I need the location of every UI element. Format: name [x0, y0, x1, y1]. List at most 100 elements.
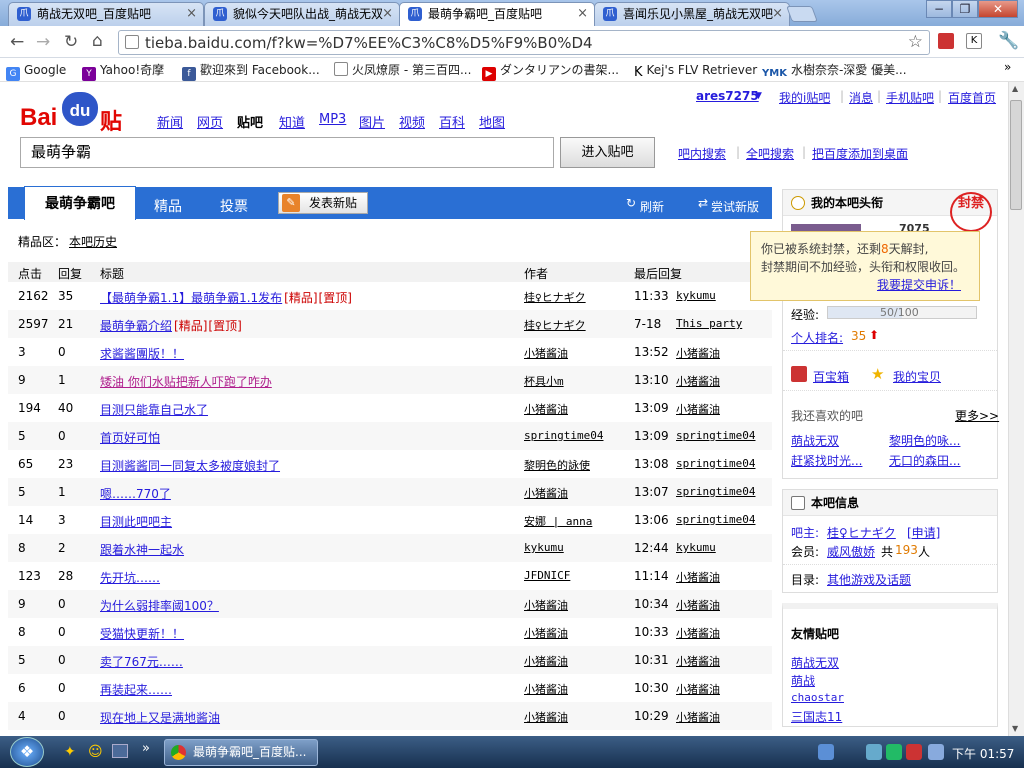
swap-icon[interactable]: ⇄: [698, 196, 708, 210]
last-reply-user[interactable]: 小猪酱油: [676, 401, 720, 417]
scroll-up-icon[interactable]: ▲: [1012, 84, 1018, 93]
extension-icon[interactable]: [938, 33, 954, 49]
smiley-icon[interactable]: ☺: [88, 744, 103, 760]
thread-title-link[interactable]: 受猫快更新！！: [100, 625, 184, 642]
bookmark-youtube[interactable]: ▶ ダンタリアンの書架...: [482, 61, 619, 81]
nav-video[interactable]: 视频: [399, 112, 425, 131]
author-name[interactable]: 黎明色的詠使: [524, 457, 590, 473]
my-itieba-link[interactable]: 我的i贴吧: [779, 89, 830, 106]
friend-bar-link[interactable]: chaostar: [791, 691, 844, 704]
reload-icon[interactable]: ↻: [64, 32, 78, 52]
mobile-tieba-link[interactable]: 手机贴吧: [886, 89, 934, 106]
directory-link[interactable]: 其他游戏及话题: [827, 571, 911, 588]
thread-title-link[interactable]: 目测只能靠自己水了: [100, 401, 208, 418]
bookmark-yahoo[interactable]: Y Yahoo!奇摩: [82, 61, 164, 81]
last-reply-user[interactable]: kykumu: [676, 289, 716, 302]
thread-title-link[interactable]: 矮油 你们水贴把新人吓跑了咋办: [100, 373, 272, 390]
nav-web[interactable]: 网页: [197, 112, 223, 131]
author-name[interactable]: 安娜 | anna: [524, 513, 592, 529]
browser-tab-4[interactable]: 爪 喜闻乐见小黑屋_萌战无双吧 ×: [594, 2, 790, 26]
last-reply-user[interactable]: 小猪酱油: [676, 569, 720, 585]
baidu-home-link[interactable]: 百度首页: [948, 89, 996, 106]
liked-bar-link[interactable]: 萌战无双: [791, 432, 839, 449]
owner-link[interactable]: 桂♀ヒナギク: [827, 524, 896, 541]
friend-bar-link[interactable]: 萌战: [791, 672, 815, 689]
chevron-down-icon[interactable]: ▼: [755, 91, 762, 101]
search-input[interactable]: 最萌争霸: [20, 137, 554, 168]
quicklaunch-overflow-icon[interactable]: »: [142, 741, 150, 756]
nav-zhidao[interactable]: 知道: [279, 112, 305, 131]
tray-app-icon[interactable]: [886, 744, 902, 760]
quicklaunch-icon[interactable]: ✦: [64, 744, 76, 760]
author-name[interactable]: springtime04: [524, 429, 603, 442]
search-all-bars-link[interactable]: 全吧搜索: [746, 145, 794, 162]
search-in-bar-link[interactable]: 吧内搜索: [678, 145, 726, 162]
try-new-version-link[interactable]: 尝试新版: [711, 198, 759, 215]
rank-link[interactable]: 个人排名:: [791, 329, 843, 346]
username-link[interactable]: ares7275: [696, 89, 759, 103]
messages-link[interactable]: 消息: [849, 89, 873, 106]
tab-close-icon[interactable]: ×: [186, 3, 197, 25]
show-desktop-icon[interactable]: [112, 744, 128, 758]
last-reply-user[interactable]: 小猪酱油: [676, 597, 720, 613]
appeal-link[interactable]: 我要提交申诉！: [877, 276, 961, 294]
forward-icon[interactable]: →: [36, 32, 50, 52]
maximize-button[interactable]: ❐: [952, 0, 978, 18]
bookmark-facebook[interactable]: f 歡迎來到 Facebook...: [182, 61, 320, 81]
bookmark-kej[interactable]: K Kej's FLV Retriever: [634, 61, 757, 80]
refresh-icon[interactable]: ↻: [626, 196, 636, 210]
thread-title-link[interactable]: 为什么弱排率阈100？: [100, 597, 219, 614]
tab-vote[interactable]: 投票: [220, 196, 248, 216]
last-reply-user[interactable]: springtime04: [676, 457, 755, 470]
thread-title-link[interactable]: 目测酱酱同一同复太多被度娘封了: [100, 457, 280, 474]
treasure-box-link[interactable]: 百宝箱: [813, 368, 849, 385]
browser-tab-2[interactable]: 爪 貌似今天吧队出战_萌战无双 ×: [204, 2, 400, 26]
bookmark-huofeng[interactable]: 火凤燎原 - 第三百四...: [334, 61, 471, 79]
address-bar[interactable]: tieba.baidu.com/f?kw=%D7%EE%C3%C8%D5%F9%…: [118, 30, 930, 55]
tray-volume-icon[interactable]: [928, 744, 944, 760]
tab-forum-home[interactable]: 最萌争霸吧: [24, 186, 136, 220]
taskbar-chrome-window[interactable]: 最萌争霸吧_百度贴...: [164, 739, 318, 766]
author-name[interactable]: 桂♀ヒナギク: [524, 289, 586, 305]
thread-title-link[interactable]: 再装起来……: [100, 681, 172, 698]
author-name[interactable]: 小猪酱油: [524, 653, 568, 669]
author-name[interactable]: JFDNICF: [524, 569, 570, 582]
nav-news[interactable]: 新闻: [157, 112, 183, 131]
last-reply-user[interactable]: 小猪酱油: [676, 373, 720, 389]
nav-baike[interactable]: 百科: [439, 112, 465, 131]
author-name[interactable]: 小猪酱油: [524, 597, 568, 613]
nav-image[interactable]: 图片: [359, 112, 385, 131]
thread-title-link[interactable]: 卖了767元……: [100, 653, 183, 670]
last-reply-user[interactable]: springtime04: [676, 513, 755, 526]
thread-title-link[interactable]: 目测此吧吧主: [100, 513, 172, 530]
tab-close-icon[interactable]: ×: [772, 3, 783, 25]
last-reply-user[interactable]: springtime04: [676, 485, 755, 498]
home-icon[interactable]: ⌂: [92, 31, 103, 51]
tray-antivirus-icon[interactable]: [906, 744, 922, 760]
tray-network-icon[interactable]: [866, 744, 882, 760]
start-button[interactable]: ❖: [10, 737, 44, 767]
nav-mp3[interactable]: MP3: [319, 112, 346, 127]
last-reply-user[interactable]: kykumu: [676, 541, 716, 554]
back-icon[interactable]: ←: [10, 32, 24, 52]
close-window-button[interactable]: ✕: [978, 0, 1018, 18]
tab-close-icon[interactable]: ×: [382, 3, 393, 25]
liked-bar-link[interactable]: 黎明色的咏...: [889, 432, 960, 449]
enter-tieba-button[interactable]: 进入贴吧: [560, 137, 655, 168]
last-reply-user[interactable]: 小猪酱油: [676, 345, 720, 361]
tab-close-icon[interactable]: ×: [577, 3, 588, 25]
star-icon[interactable]: ☆: [908, 32, 923, 52]
tab-featured[interactable]: 精品: [154, 196, 182, 216]
new-tab-button[interactable]: [786, 6, 818, 22]
scroll-down-icon[interactable]: ▼: [1012, 724, 1018, 733]
browser-tab-3-active[interactable]: 爪 最萌争霸吧_百度贴吧 ×: [399, 2, 595, 27]
thread-title-link[interactable]: 求酱酱團版！！: [100, 345, 184, 362]
author-name[interactable]: kykumu: [524, 541, 564, 554]
nav-map[interactable]: 地图: [479, 112, 505, 131]
author-name[interactable]: 小猪酱油: [524, 625, 568, 641]
author-name[interactable]: 小猪酱油: [524, 709, 568, 725]
member-name-link[interactable]: 威风傲娇: [827, 543, 875, 560]
last-reply-user[interactable]: 小猪酱油: [676, 709, 720, 725]
last-reply-user[interactable]: 小猪酱油: [676, 653, 720, 669]
thread-title-link[interactable]: 嗯……770了: [100, 485, 171, 502]
